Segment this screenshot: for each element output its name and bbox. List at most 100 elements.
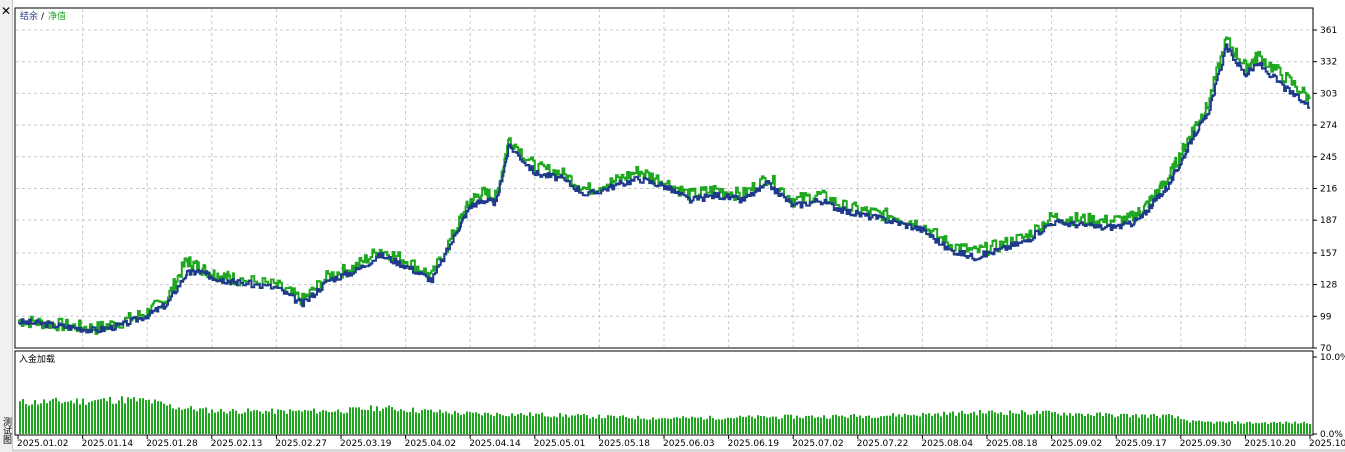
deposit-load-bar [184,408,186,434]
deposit-load-bar [1030,414,1032,434]
deposit-load-bar [439,409,441,434]
deposit-load-bar [631,418,633,434]
deposit-load-bar [940,416,942,434]
deposit-load-bar [205,407,207,434]
x-tick-label: 2025.10.20 [1244,439,1296,449]
deposit-load-bar [664,418,666,434]
deposit-load-bar [1024,412,1026,434]
deposit-load-bar [190,406,192,434]
deposit-load-bar [106,401,108,434]
deposit-load-bar [613,415,615,434]
x-tick-label: 2025.03.19 [340,439,392,449]
deposit-load-bar [784,414,786,434]
deposit-load-bar [235,410,237,434]
deposit-load-bar [415,412,417,434]
x-tick-label: 2025.08.18 [986,439,1038,449]
deposit-load-bar [529,412,531,434]
deposit-load-bar [964,413,966,434]
x-tick-label: 2025.02.27 [275,439,327,449]
deposit-load-bar [247,408,249,434]
x-tick-label: 2025.04.02 [405,439,457,449]
deposit-load-bar [958,412,960,434]
deposit-load-bar [445,411,447,434]
deposit-load-bar [811,415,813,434]
deposit-load-bar [157,401,159,434]
deposit-load-bar [319,411,321,434]
deposit-load-bar [85,404,87,434]
deposit-load-bar [1060,415,1062,434]
deposit-load-bar [1186,420,1188,434]
deposit-load-bar [673,417,675,434]
deposit-load-bar [535,413,537,434]
deposit-load-bar [1222,421,1224,434]
deposit-load-bar [448,413,450,434]
deposit-load-bar [763,416,765,434]
deposit-load-bar [853,414,855,434]
deposit-load-bar [880,416,882,434]
deposit-load-bar [403,410,405,434]
deposit-load-bar [1036,410,1038,434]
deposit-load-bar [979,409,981,434]
deposit-load-bar [1303,421,1305,434]
chart-legend: 结余 / 净值 [20,10,66,22]
deposit-load-bar [1252,423,1254,434]
deposit-load-bar [967,414,969,434]
deposit-load-bar [1171,415,1173,434]
deposit-load-bar [625,417,627,434]
y-tick-label: 157 [1320,249,1337,259]
deposit-load-bar [484,412,486,434]
deposit-load-bar [973,411,975,434]
deposit-load-bar [1039,413,1041,434]
deposit-load-bar [55,397,57,434]
deposit-load-bar [301,411,303,434]
deposit-load-bar [646,419,648,434]
deposit-load-bar [1027,414,1029,434]
deposit-load-bar [307,410,309,434]
deposit-load-bar [367,409,369,434]
deposit-load-bar [430,409,432,434]
deposit-load-bar [961,410,963,434]
deposit-load-bar [892,413,894,434]
deposit-load-bar [835,414,837,434]
deposit-load-bar [616,417,618,434]
main-y-axis: 3613323032742452161871571289970 [1313,26,1337,354]
x-tick-label: 2025.01.02 [17,439,69,449]
deposit-load-bar [61,403,63,434]
deposit-load-bar [1231,421,1233,434]
deposit-load-bar [997,413,999,434]
deposit-load-bar [1072,415,1074,434]
deposit-load-bar [25,403,27,434]
deposit-load-bar [1045,410,1047,434]
deposit-load-bar [703,419,705,434]
deposit-load-bar [1003,414,1005,434]
deposit-load-bar [934,413,936,434]
deposit-load-bar [610,415,612,434]
deposit-load-bar [31,404,33,434]
deposit-load-bar [1123,413,1125,434]
deposit-load-bar [262,413,264,434]
deposit-load-bar [628,418,630,434]
deposit-load-bar [121,396,123,434]
deposit-load-bar [787,414,789,434]
deposit-load-bar [1237,421,1239,434]
deposit-load-bar [91,401,93,434]
deposit-load-bar [862,418,864,434]
deposit-load-bar [712,418,714,434]
deposit-load-bar [994,412,996,434]
deposit-load-bar [352,407,354,434]
deposit-load-bar [619,416,621,434]
deposit-load-bar [1111,414,1113,434]
deposit-load-bar [622,415,624,434]
deposit-load-bar [709,415,711,434]
deposit-load-bar [340,412,342,434]
deposit-load-bar [886,415,888,434]
deposit-load-bar [217,411,219,434]
x-tick-label: 2025.01.28 [146,439,198,449]
deposit-load-bar [109,396,111,434]
deposit-load-bar [421,410,423,434]
deposit-load-bar [679,418,681,434]
x-tick-label: 2025.06.19 [728,439,780,449]
deposit-load-bar [559,413,561,434]
deposit-load-bar [955,415,957,434]
deposit-load-bar [1093,415,1095,434]
